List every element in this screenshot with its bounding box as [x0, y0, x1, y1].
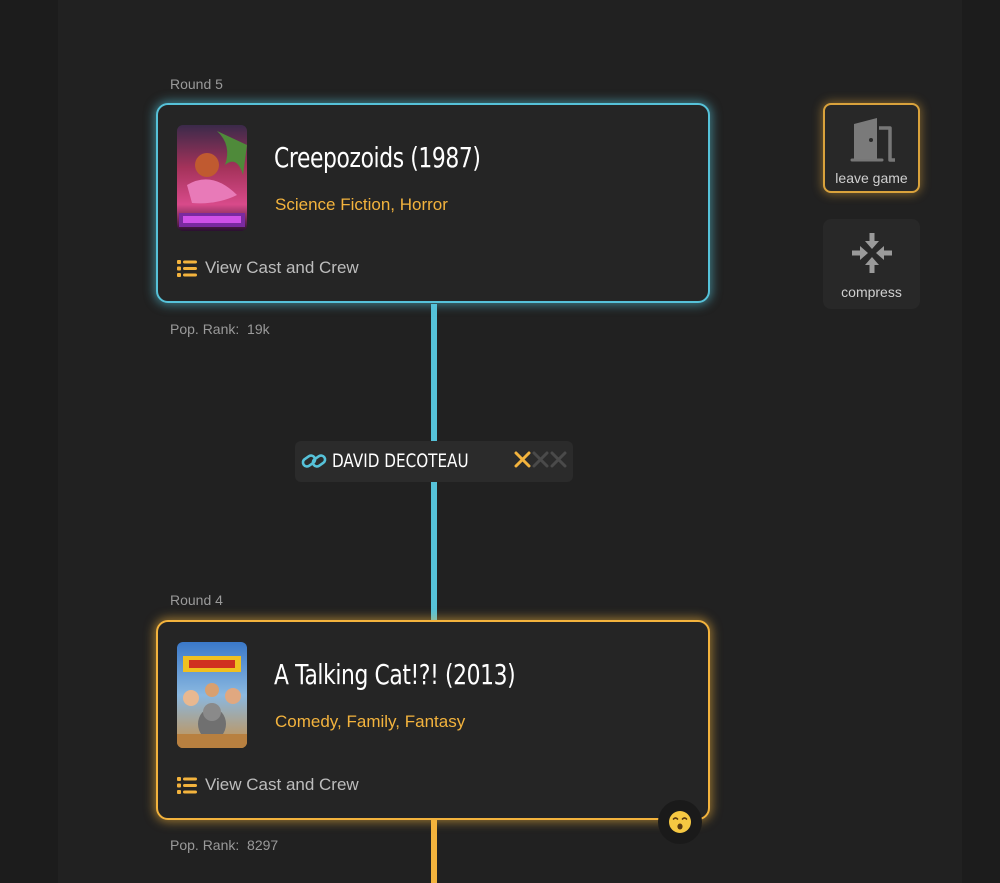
view-cast-crew-label: View Cast and Crew [205, 775, 359, 794]
connection-person: DAVID DECOTEAU [295, 441, 573, 482]
movie-poster [177, 125, 247, 231]
round-label: Round 4 [170, 592, 223, 608]
door-icon [849, 116, 897, 166]
movie-card: A Talking Cat!?! (2013) Comedy, Family, … [156, 620, 710, 820]
view-cast-crew-link[interactable]: View Cast and Crew [177, 775, 359, 795]
emoji-face-icon [669, 811, 691, 833]
movie-card: Creepozoids (1987) Science Fiction, Horr… [156, 103, 710, 303]
strikes-indicator [514, 451, 567, 468]
view-cast-crew-label: View Cast and Crew [205, 258, 359, 277]
leave-game-label: leave game [835, 170, 908, 186]
list-icon [177, 259, 197, 277]
strike-used-icon [514, 451, 531, 468]
pop-rank: Pop. Rank: 8297 [170, 837, 279, 853]
list-icon [177, 776, 197, 794]
view-cast-crew-link[interactable]: View Cast and Crew [177, 258, 359, 278]
pop-rank: Pop. Rank: 19k [170, 321, 270, 337]
strike-empty-icon [532, 451, 549, 468]
movie-genres: Comedy, Family, Fantasy [275, 712, 466, 731]
round-label: Round 5 [170, 76, 223, 92]
compress-button[interactable]: compress [823, 219, 920, 309]
connection-name: DAVID DECOTEAU [332, 450, 469, 472]
reaction-button[interactable] [658, 800, 702, 844]
compress-arrows-icon [850, 231, 894, 279]
strike-empty-icon [550, 451, 567, 468]
leave-game-button[interactable]: leave game [823, 103, 920, 193]
link-icon [301, 450, 327, 476]
connector-gold [431, 820, 437, 883]
movie-genres: Science Fiction, Horror [275, 195, 448, 214]
movie-poster [177, 642, 247, 748]
movie-title: A Talking Cat!?! (2013) [274, 658, 516, 691]
movie-title: Creepozoids (1987) [274, 141, 481, 174]
compress-label: compress [841, 284, 902, 300]
